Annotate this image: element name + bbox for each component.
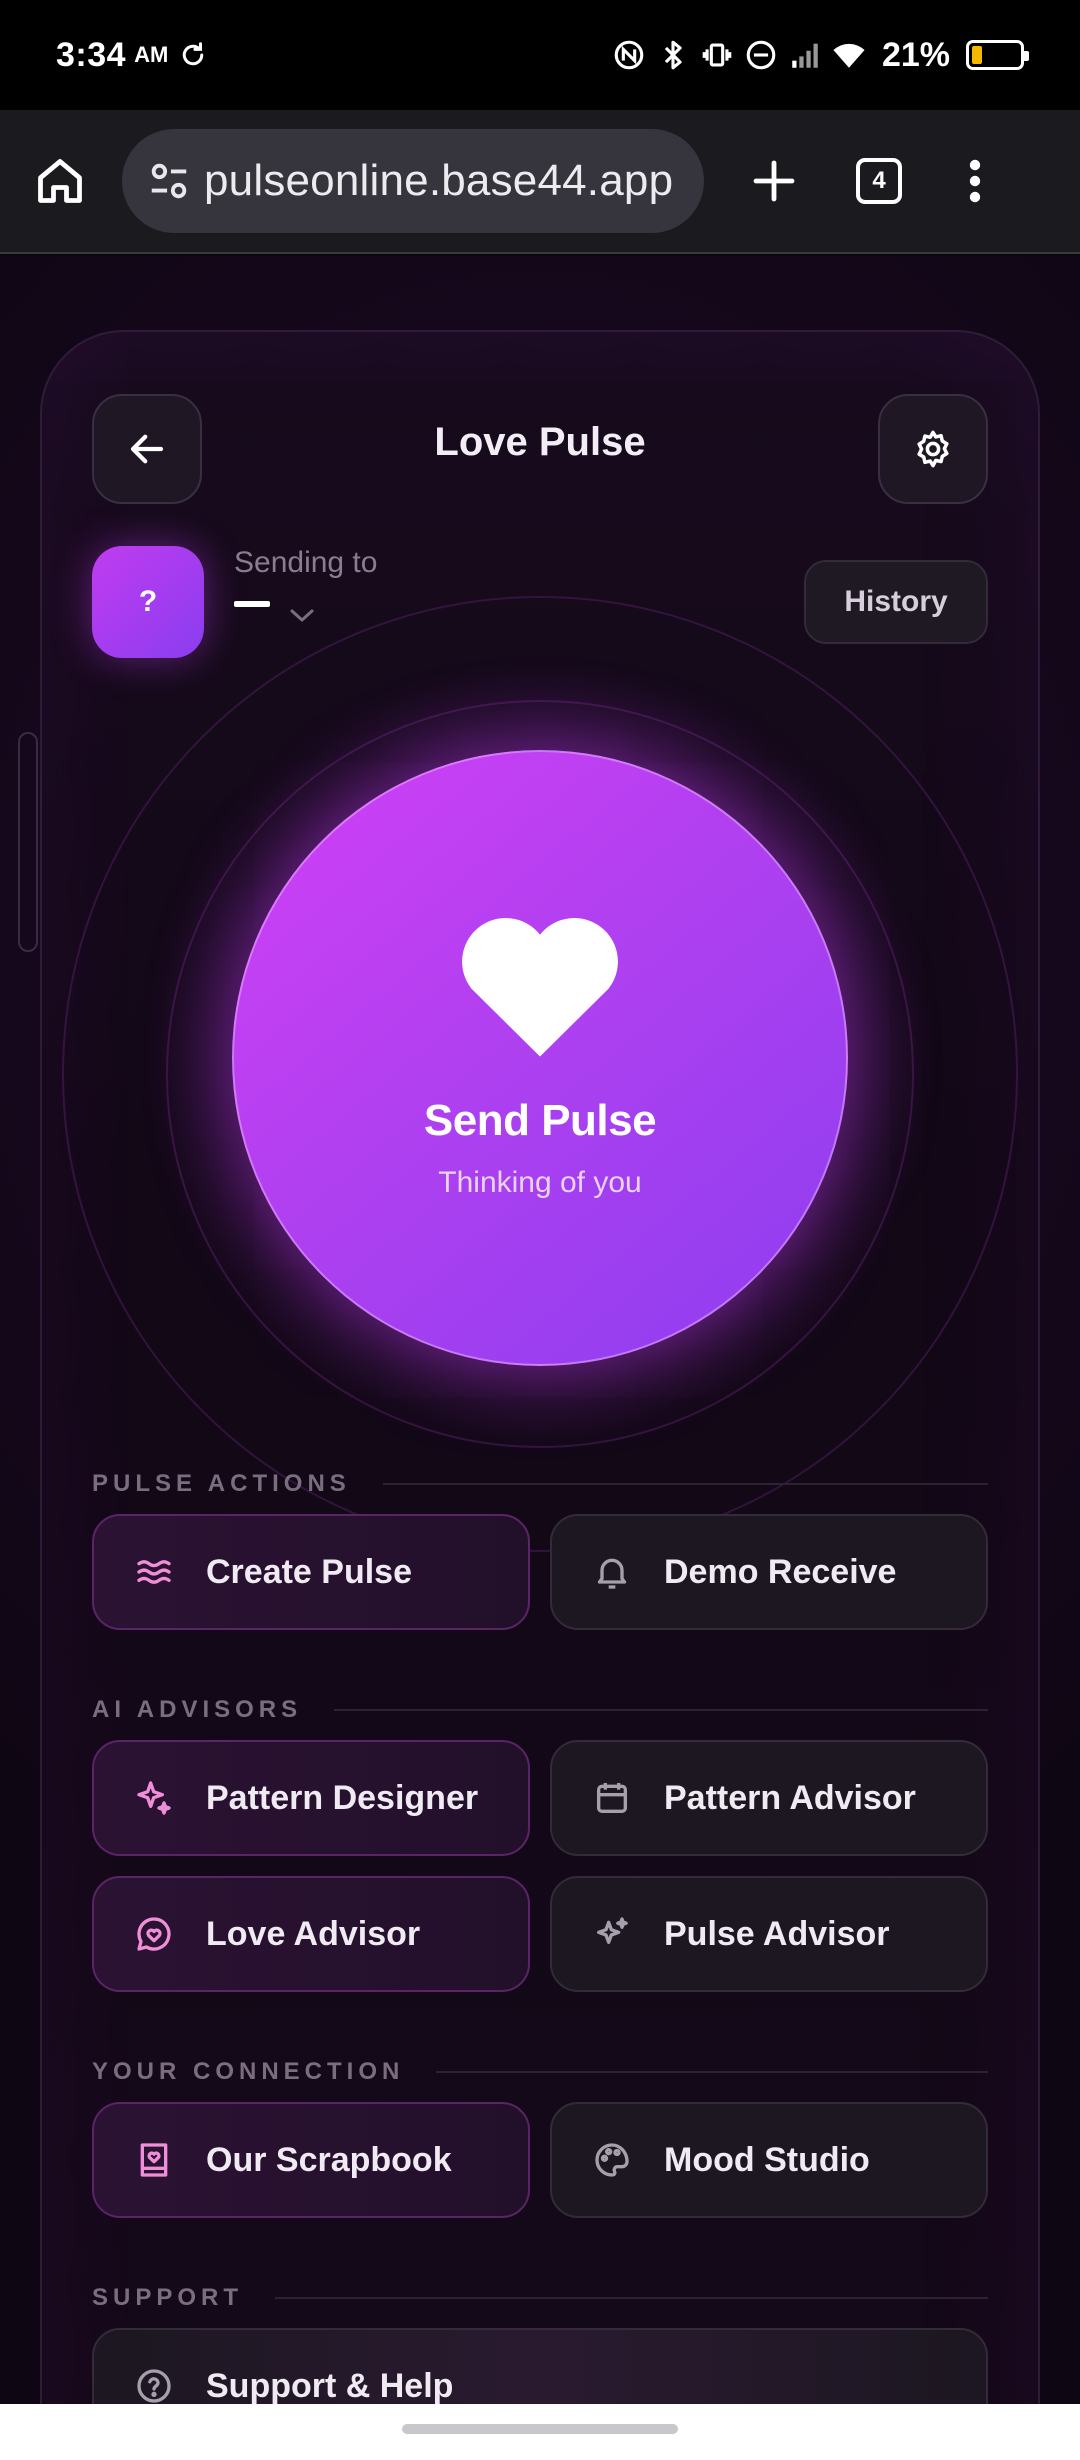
- section-support: SUPPORT: [92, 2284, 988, 2312]
- new-tab-button[interactable]: [744, 151, 804, 211]
- send-pulse-title[interactable]: Send Pulse: [232, 1096, 848, 1146]
- browser-toolbar: pulseonline.base44.app 4: [0, 110, 1080, 254]
- pattern-designer-button[interactable]: Pattern Designer: [92, 1740, 530, 1856]
- heart-icon: [462, 918, 618, 1057]
- bell-icon: [592, 1552, 632, 1592]
- battery-fill: [972, 46, 982, 64]
- section-label: SUPPORT: [92, 2284, 244, 2311]
- our-scrapbook-button[interactable]: Our Scrapbook: [92, 2102, 530, 2218]
- home-gesture-indicator[interactable]: [402, 2424, 678, 2434]
- section-your-connection: YOUR CONNECTION: [92, 2058, 988, 2086]
- sending-to-label: Sending to: [234, 546, 378, 579]
- pattern-advisor-button[interactable]: Pattern Advisor: [550, 1740, 988, 1856]
- recipient-avatar[interactable]: ?: [92, 546, 204, 658]
- battery-percent: 21%: [881, 35, 950, 74]
- page-scroll-handle[interactable]: [18, 732, 38, 952]
- section-label: AI ADVISORS: [92, 1696, 303, 1723]
- pulse-advisor-label: Pulse Advisor: [664, 1914, 890, 1953]
- mood-studio-button[interactable]: Mood Studio: [550, 2102, 988, 2218]
- sparkles-icon: [134, 1778, 174, 1818]
- create-pulse-label: Create Pulse: [206, 1552, 412, 1591]
- home-button[interactable]: [30, 151, 90, 211]
- pattern-designer-label: Pattern Designer: [206, 1778, 479, 1817]
- support-help-label: Support & Help: [206, 2366, 454, 2405]
- home-icon: [38, 159, 82, 203]
- sync-icon: [183, 42, 204, 66]
- our-scrapbook-label: Our Scrapbook: [206, 2140, 452, 2179]
- support-help-button[interactable]: Support & Help: [92, 2328, 988, 2404]
- love-advisor-button[interactable]: Love Advisor: [92, 1876, 530, 1992]
- section-label: YOUR CONNECTION: [92, 2058, 405, 2085]
- palette-icon: [592, 2140, 632, 2180]
- url-text[interactable]: pulseonline.base44.app: [204, 156, 673, 206]
- mood-studio-label: Mood Studio: [664, 2140, 870, 2179]
- help-circle-icon: [134, 2366, 174, 2404]
- send-pulse-button[interactable]: [232, 750, 848, 1366]
- chevron-down-icon[interactable]: [288, 606, 316, 624]
- section-ai-advisors: AI ADVISORS: [92, 1696, 988, 1724]
- pattern-advisor-label: Pattern Advisor: [664, 1778, 916, 1817]
- gear-icon: [917, 430, 949, 468]
- site-settings-icon[interactable]: [146, 158, 192, 204]
- browser-menu-button[interactable]: [960, 151, 990, 211]
- status-bar: 3:34 AM 21%: [0, 0, 1080, 110]
- section-label: PULSE ACTIONS: [92, 1470, 351, 1497]
- book-heart-icon: [134, 2140, 174, 2180]
- dnd-icon: [746, 40, 776, 70]
- wifi-icon: [833, 43, 865, 68]
- status-icons: 21%: [612, 35, 1029, 75]
- send-pulse-subtitle: Thinking of you: [438, 1166, 642, 1199]
- section-divider: [334, 1709, 988, 1711]
- recipient-name-placeholder[interactable]: [234, 601, 270, 607]
- section-divider: [436, 2071, 988, 2073]
- tab-switcher-button[interactable]: 4: [856, 158, 902, 204]
- history-button[interactable]: History: [804, 560, 988, 644]
- more-vert-icon: [969, 159, 981, 203]
- nfc-icon: [614, 40, 644, 70]
- bluetooth-icon: [664, 40, 682, 70]
- vibrate-icon: [702, 43, 732, 67]
- calendar-icon: [592, 1778, 632, 1818]
- section-divider: [382, 1483, 988, 1485]
- waves-icon: [134, 1552, 174, 1592]
- section-pulse-actions: PULSE ACTIONS: [92, 1470, 988, 1498]
- battery-icon: [966, 40, 1029, 70]
- signal-icon: [792, 43, 818, 68]
- web-page: Love Pulse ? Sending to History Send Pul…: [0, 256, 1080, 2404]
- settings-button[interactable]: [878, 394, 988, 504]
- status-ampm: AM: [134, 42, 169, 67]
- love-advisor-label: Love Advisor: [206, 1914, 421, 1953]
- sparkles-icon: [592, 1914, 632, 1954]
- status-time: 3:34: [56, 35, 127, 74]
- pulse-advisor-button[interactable]: Pulse Advisor: [550, 1876, 988, 1992]
- plus-icon: [753, 160, 795, 202]
- section-divider: [275, 2297, 988, 2299]
- heart-chat-icon: [134, 1914, 174, 1954]
- create-pulse-button[interactable]: Create Pulse: [92, 1514, 530, 1630]
- demo-receive-button[interactable]: Demo Receive: [550, 1514, 988, 1630]
- demo-receive-label: Demo Receive: [664, 1552, 897, 1591]
- address-bar[interactable]: pulseonline.base44.app: [122, 129, 704, 233]
- phone-screen: 3:34 AM 21% pulseonline.base44.app 4 Lov…: [0, 0, 1080, 2460]
